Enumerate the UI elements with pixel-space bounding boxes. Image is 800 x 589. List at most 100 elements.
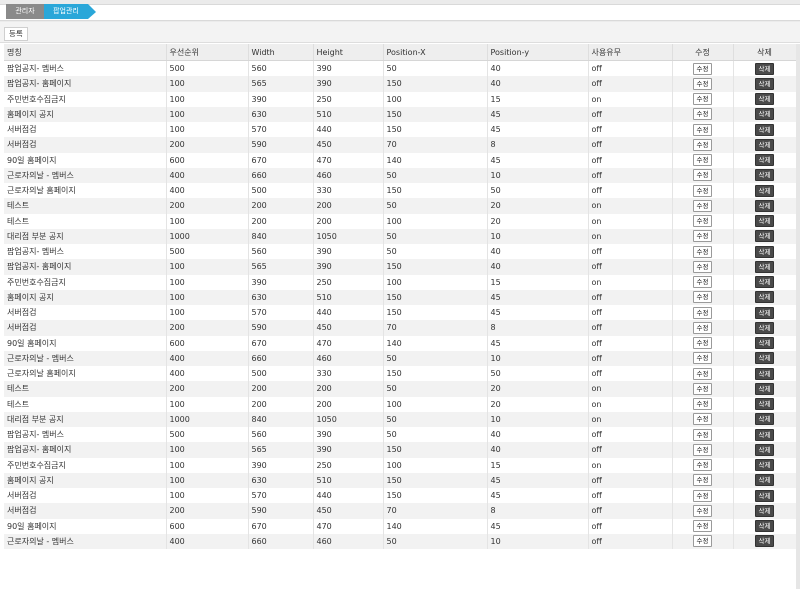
delete-button[interactable]: 삭제 [754,398,775,411]
edit-button[interactable]: 수정 [692,199,713,212]
delete-button[interactable]: 삭제 [754,459,775,472]
col-header-usage: 사용유무 [588,44,673,61]
edit-button[interactable]: 수정 [692,260,713,273]
edit-button[interactable]: 수정 [692,245,713,258]
edit-button[interactable]: 수정 [692,93,713,106]
cell-position-y: 20 [487,381,589,397]
edit-button[interactable]: 수정 [692,169,713,182]
cell-usage: off [588,442,673,458]
delete-button[interactable]: 삭제 [754,77,775,90]
delete-button[interactable]: 삭제 [754,489,775,502]
edit-button[interactable]: 수정 [692,108,713,121]
breadcrumb-popup-management[interactable]: 팝업관리 [44,4,88,19]
edit-button[interactable]: 수정 [692,337,713,350]
edit-button[interactable]: 수정 [692,291,713,304]
cell-position-x: 140 [383,518,488,534]
edit-button[interactable]: 수정 [692,306,713,319]
edit-button[interactable]: 수정 [692,489,713,502]
delete-button[interactable]: 삭제 [754,382,775,395]
edit-button[interactable]: 수정 [692,398,713,411]
edit-button[interactable]: 수정 [692,77,713,90]
cell-height: 200 [313,198,384,214]
edit-button[interactable]: 수정 [692,184,713,197]
edit-button[interactable]: 수정 [692,474,713,487]
edit-button[interactable]: 수정 [692,62,713,75]
delete-button[interactable]: 삭제 [754,108,775,121]
breadcrumb-admin[interactable]: 관리자 [6,4,44,19]
cell-position-x: 50 [383,411,488,427]
edit-button[interactable]: 수정 [692,504,713,517]
delete-button[interactable]: 삭제 [754,123,775,136]
delete-button[interactable]: 삭제 [754,413,775,426]
delete-button[interactable]: 삭제 [754,215,775,228]
cell-usage: on [588,396,673,412]
edit-button[interactable]: 수정 [692,123,713,136]
cell-priority: 600 [166,518,249,534]
edit-button[interactable]: 수정 [692,230,713,243]
delete-button[interactable]: 삭제 [754,535,775,548]
breadcrumb-arrow-icon [88,4,96,19]
edit-button[interactable]: 수정 [692,520,713,533]
cell-delete: 삭제 [733,381,797,397]
cell-name: 90일 홈페이지 [4,335,167,351]
delete-button[interactable]: 삭제 [754,352,775,365]
edit-button[interactable]: 수정 [692,154,713,167]
delete-button[interactable]: 삭제 [754,93,775,106]
cell-usage: off [588,427,673,443]
delete-button[interactable]: 삭제 [754,184,775,197]
delete-button[interactable]: 삭제 [754,428,775,441]
table-row: 90일 홈페이지 600 670 470 140 45 off 수정 삭제 [4,518,797,534]
cell-name: 근로자의날 - 멤버스 [4,533,167,549]
edit-button[interactable]: 수정 [692,535,713,548]
delete-button[interactable]: 삭제 [754,276,775,289]
edit-button[interactable]: 수정 [692,413,713,426]
delete-button[interactable]: 삭제 [754,169,775,182]
cell-priority: 200 [166,381,249,397]
delete-button[interactable]: 삭제 [754,306,775,319]
cell-position-y: 40 [487,259,589,275]
delete-button[interactable]: 삭제 [754,321,775,334]
table-row: 팝업공지- 멤버스 500 560 390 50 40 off 수정 삭제 [4,244,797,260]
cell-usage: on [588,213,673,229]
table-row: 근로자의날 홈페이지 400 500 330 150 50 off 수정 삭제 [4,366,797,382]
edit-button[interactable]: 수정 [692,367,713,380]
delete-button[interactable]: 삭제 [754,291,775,304]
edit-button[interactable]: 수정 [692,276,713,289]
delete-button[interactable]: 삭제 [754,154,775,167]
delete-button[interactable]: 삭제 [754,199,775,212]
edit-button[interactable]: 수정 [692,428,713,441]
edit-button[interactable]: 수정 [692,459,713,472]
edit-button[interactable]: 수정 [692,138,713,151]
delete-button[interactable]: 삭제 [754,504,775,517]
cell-usage: off [588,152,673,168]
delete-button[interactable]: 삭제 [754,520,775,533]
cell-edit: 수정 [672,76,734,92]
edit-button[interactable]: 수정 [692,352,713,365]
cell-name: 대리점 부분 공지 [4,411,167,427]
edit-button[interactable]: 수정 [692,382,713,395]
edit-button[interactable]: 수정 [692,443,713,456]
delete-button[interactable]: 삭제 [754,138,775,151]
cell-name: 90일 홈페이지 [4,518,167,534]
cell-position-x: 150 [383,305,488,321]
delete-button[interactable]: 삭제 [754,474,775,487]
delete-button[interactable]: 삭제 [754,245,775,258]
delete-button[interactable]: 삭제 [754,443,775,456]
cell-priority: 500 [166,427,249,443]
delete-button[interactable]: 삭제 [754,367,775,380]
cell-position-x: 50 [383,533,488,549]
delete-button[interactable]: 삭제 [754,62,775,75]
register-button[interactable]: 등록 [4,27,28,41]
cell-priority: 600 [166,152,249,168]
scrollbar[interactable] [796,44,800,589]
edit-button[interactable]: 수정 [692,215,713,228]
cell-edit: 수정 [672,244,734,260]
delete-button[interactable]: 삭제 [754,230,775,243]
cell-position-x: 150 [383,472,488,488]
cell-edit: 수정 [672,152,734,168]
edit-button[interactable]: 수정 [692,321,713,334]
delete-button[interactable]: 삭제 [754,260,775,273]
cell-width: 500 [248,183,314,199]
cell-position-x: 150 [383,106,488,122]
delete-button[interactable]: 삭제 [754,337,775,350]
